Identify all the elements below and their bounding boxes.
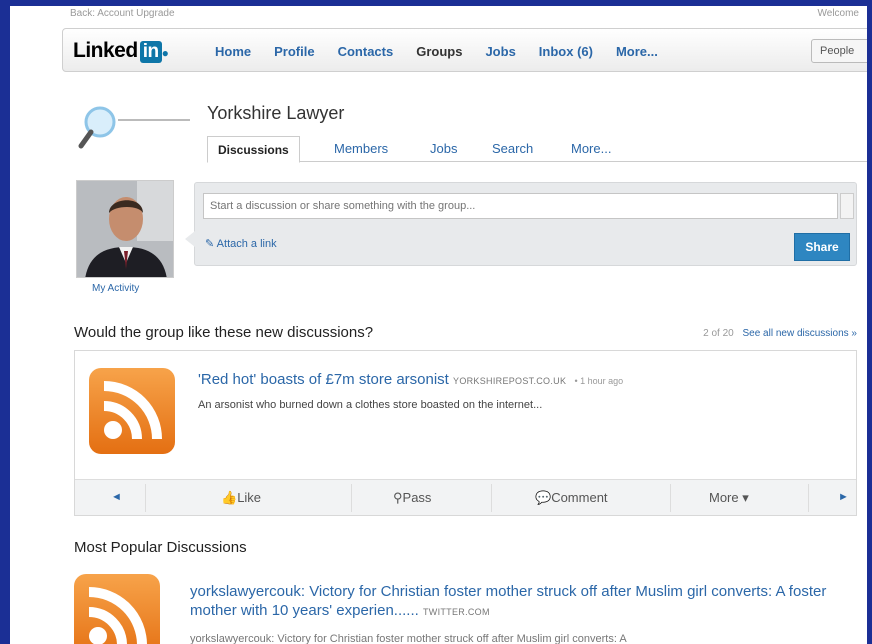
- suggestions-pager: 2 of 20 See all new discussions »: [703, 328, 857, 339]
- discussion-title-text[interactable]: 'Red hot' boasts of £7m store arsonist: [198, 371, 449, 388]
- discussion-action-bar: ◄ 👍Like ⚲Pass 💬Comment More ▾ ►: [75, 479, 856, 515]
- discussion-description: An arsonist who burned down a clothes st…: [198, 399, 543, 411]
- divider: [808, 484, 809, 512]
- welcome-text: Welcome: [817, 8, 860, 19]
- speech-bubble-icon: 💬: [535, 490, 552, 505]
- discussion-title[interactable]: 'Red hot' boasts of £7m store arsonist Y…: [198, 371, 623, 388]
- tab-members[interactable]: Members: [334, 141, 388, 156]
- group-logo: [78, 102, 198, 154]
- nav-groups[interactable]: Groups: [416, 44, 462, 59]
- popular-title-text[interactable]: yorkslawyercouk: Victory for Christian f…: [190, 583, 826, 619]
- comment-label: Comment: [551, 490, 608, 505]
- tab-discussions[interactable]: Discussions: [207, 136, 300, 163]
- group-tabs: Discussions Members Jobs Search More...: [207, 136, 867, 163]
- see-all-link[interactable]: See all new discussions »: [742, 328, 857, 339]
- discussion-source: YORKSHIREPOST.CO.UK: [453, 376, 567, 386]
- attach-link[interactable]: ✎ Attach a link: [205, 237, 277, 250]
- linkedin-logo[interactable]: Linked in ●: [73, 39, 169, 63]
- main-navbar: Linked in ● Home Profile Contacts Groups J…: [62, 28, 867, 72]
- nav-menu: Home Profile Contacts Groups Jobs Inbox …: [215, 44, 681, 59]
- group-title: Yorkshire Lawyer: [207, 103, 345, 123]
- avatar[interactable]: [76, 180, 174, 278]
- popular-source: TWITTER.COM: [422, 607, 490, 617]
- pass-icon: ⚲: [393, 490, 403, 505]
- nav-home[interactable]: Home: [215, 44, 251, 59]
- paperclip-icon: ✎: [205, 238, 215, 250]
- magnifier-icon: [78, 106, 190, 149]
- tab-jobs[interactable]: Jobs: [430, 141, 457, 156]
- prev-arrow-icon[interactable]: ◄: [111, 491, 122, 503]
- nav-jobs[interactable]: Jobs: [485, 44, 515, 59]
- nav-inbox[interactable]: Inbox (6): [539, 44, 593, 59]
- upgrade-link[interactable]: Back: Account Upgrade: [70, 8, 175, 19]
- tab-more[interactable]: More...: [571, 141, 611, 156]
- nav-profile[interactable]: Profile: [274, 44, 314, 59]
- share-button[interactable]: Share: [794, 233, 850, 261]
- tab-search[interactable]: Search: [492, 141, 533, 156]
- profile-photo: [77, 181, 173, 277]
- popular-discussion-title[interactable]: yorkslawyercouk: Victory for Christian f…: [190, 582, 850, 622]
- logo-in-badge: in: [139, 41, 162, 63]
- divider: [145, 484, 146, 512]
- comment-button[interactable]: 💬Comment: [535, 490, 608, 506]
- divider: [351, 484, 352, 512]
- pass-button[interactable]: ⚲Pass: [393, 490, 431, 506]
- discussion-input[interactable]: [203, 193, 838, 219]
- top-strip: Back: Account Upgrade Welcome: [10, 6, 867, 26]
- next-arrow-icon[interactable]: ►: [838, 491, 849, 503]
- thumbs-up-icon: 👍: [221, 490, 238, 505]
- discussion-time: • 1 hour ago: [574, 376, 624, 386]
- like-label: Like: [237, 490, 262, 505]
- rss-icon: [89, 368, 175, 454]
- my-activity-link[interactable]: My Activity: [92, 283, 139, 294]
- more-actions-button[interactable]: More ▾: [709, 490, 749, 506]
- nav-more[interactable]: More...: [616, 44, 658, 59]
- attach-link-label: Attach a link: [216, 238, 277, 250]
- suggestion-count: 2 of 20: [703, 328, 734, 339]
- nav-contacts[interactable]: Contacts: [338, 44, 394, 59]
- logo-dot: ●: [161, 46, 169, 60]
- pass-label: Pass: [402, 490, 432, 505]
- logo-wordmark: Linked: [73, 39, 138, 62]
- popular-heading: Most Popular Discussions: [74, 539, 247, 556]
- divider: [670, 484, 671, 512]
- people-search-select[interactable]: People: [811, 39, 867, 63]
- browser-page: Back: Account Upgrade Welcome Linked in ● …: [10, 6, 867, 644]
- suggested-discussion-card: 'Red hot' boasts of £7m store arsonist Y…: [74, 350, 857, 516]
- discussion-composer: ✎ Attach a link Share: [185, 182, 857, 266]
- like-button[interactable]: 👍Like: [221, 490, 261, 506]
- input-resize-handle[interactable]: [840, 193, 854, 219]
- divider: [491, 484, 492, 512]
- rss-icon: [74, 574, 160, 644]
- popular-discussion-snippet: yorkslawyercouk: Victory for Christian f…: [190, 633, 627, 644]
- suggestions-heading: Would the group like these new discussio…: [74, 324, 374, 341]
